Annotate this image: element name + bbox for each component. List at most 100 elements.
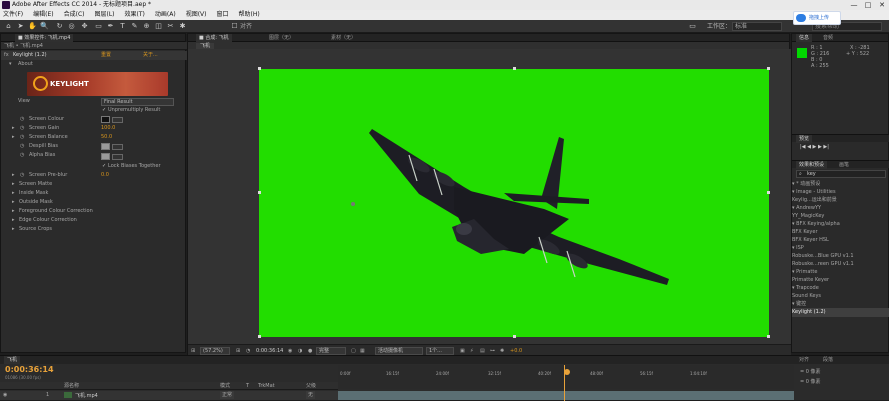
shape-tool-icon[interactable]: ▭ bbox=[94, 22, 103, 31]
comp-timecode[interactable]: 0:00:36:14 bbox=[256, 347, 283, 355]
bound-handle[interactable] bbox=[258, 67, 261, 70]
snapshot-icon[interactable]: ◉ bbox=[288, 348, 292, 354]
composition-viewer[interactable] bbox=[188, 49, 791, 344]
bound-handle[interactable] bbox=[258, 335, 261, 338]
bound-handle[interactable] bbox=[513, 67, 516, 70]
time-ruler[interactable]: 0:00f 16:15f 24:00f 32:15f 40:20f 48:00f… bbox=[338, 365, 794, 389]
menu-effect[interactable]: 效果(T) bbox=[125, 10, 145, 20]
exposure-value[interactable]: +0.0 bbox=[510, 347, 522, 355]
camera-dropdown[interactable]: 活动摄像机 bbox=[375, 347, 423, 355]
eye-icon[interactable]: ◉ bbox=[3, 392, 7, 398]
mask-icon[interactable]: ◔ bbox=[246, 348, 250, 354]
screen-gain-value[interactable]: 100.0 bbox=[101, 124, 115, 133]
hand-tool-icon[interactable]: ✋ bbox=[28, 22, 37, 31]
menu-layer[interactable]: 图层(L) bbox=[95, 10, 115, 20]
stopwatch-icon[interactable]: ◷ bbox=[20, 124, 24, 133]
views-dropdown[interactable]: 1个... bbox=[426, 347, 454, 355]
layer-name[interactable]: 飞机.mp4 bbox=[75, 392, 98, 399]
selection-tool-icon[interactable]: ➤ bbox=[16, 22, 25, 31]
stopwatch-icon[interactable]: ◷ bbox=[20, 142, 24, 151]
eyedropper-icon[interactable] bbox=[112, 154, 123, 160]
screen-colour-swatch[interactable] bbox=[101, 116, 110, 123]
eyedropper-icon[interactable] bbox=[112, 117, 123, 123]
puppet-tool-icon[interactable]: ✱ bbox=[178, 22, 187, 31]
minimize-button[interactable]: — bbox=[847, 0, 861, 10]
bound-handle[interactable] bbox=[767, 67, 770, 70]
eraser-tool-icon[interactable]: ◫ bbox=[154, 22, 163, 31]
view-dropdown[interactable]: Final Result bbox=[101, 98, 174, 106]
menu-composition[interactable]: 合成(C) bbox=[64, 10, 85, 20]
exposure-icon[interactable]: ✺ bbox=[500, 348, 504, 354]
clone-tool-icon[interactable]: ⊕ bbox=[142, 22, 151, 31]
about-link[interactable]: 关于... bbox=[143, 51, 158, 60]
stopwatch-icon[interactable]: ◷ bbox=[20, 151, 24, 160]
timeline-timecode[interactable]: 0:00:36:14 bbox=[5, 365, 54, 374]
toggle-pixel-icon[interactable]: ▣ bbox=[460, 348, 465, 354]
home-icon[interactable]: ⌂ bbox=[4, 22, 13, 31]
pen-tool-icon[interactable]: ✒ bbox=[106, 22, 115, 31]
tab-effects-presets[interactable]: 效果和预设 bbox=[796, 161, 828, 169]
tab-audio[interactable]: 音频 bbox=[820, 34, 836, 42]
stopwatch-icon[interactable]: ◷ bbox=[20, 171, 24, 180]
menu-file[interactable]: 文件(F) bbox=[3, 10, 23, 20]
unpremultiply-checkbox[interactable]: ✓ bbox=[102, 106, 106, 115]
fx-icon[interactable]: fx bbox=[4, 51, 9, 60]
menu-help[interactable]: 帮助(H) bbox=[239, 10, 260, 20]
tab-preview[interactable]: 预览 bbox=[796, 135, 813, 143]
snap-checkbox[interactable]: ☐ bbox=[230, 22, 239, 31]
rotate-tool-icon[interactable]: ↻ bbox=[55, 22, 64, 31]
effects-search-input[interactable]: ⌕ key bbox=[796, 170, 886, 178]
brush-tool-icon[interactable]: ✎ bbox=[130, 22, 139, 31]
workspace-icon[interactable]: ▭ bbox=[688, 22, 697, 31]
zoom-tool-icon[interactable]: 🔍 bbox=[40, 22, 49, 31]
alpha-bias-swatch[interactable] bbox=[101, 153, 110, 160]
resolution-dropdown[interactable]: 完整 bbox=[316, 347, 346, 355]
bound-handle[interactable] bbox=[513, 335, 516, 338]
menu-view[interactable]: 视图(V) bbox=[186, 10, 207, 20]
eyedropper-icon[interactable] bbox=[112, 144, 123, 150]
grid-icon[interactable]: ⊞ bbox=[236, 348, 240, 354]
menu-edit[interactable]: 编辑(E) bbox=[33, 10, 53, 20]
layer-mode-dropdown[interactable]: 正常 bbox=[220, 391, 235, 399]
chevron-right-icon[interactable]: ▸ bbox=[12, 133, 15, 142]
bound-handle[interactable] bbox=[767, 335, 770, 338]
despill-bias-swatch[interactable] bbox=[101, 143, 110, 150]
reset-link[interactable]: 重置 bbox=[101, 51, 111, 60]
bound-handle[interactable] bbox=[258, 191, 261, 194]
effect-header-row[interactable]: fx Keylight (1.2) 重置 关于... bbox=[1, 51, 187, 60]
stopwatch-icon[interactable]: ◷ bbox=[20, 133, 24, 142]
roto-tool-icon[interactable]: ✂ bbox=[166, 22, 175, 31]
list-item-selected[interactable]: Keylight (1.2) bbox=[792, 308, 889, 317]
tab-footage[interactable]: 素材（无） bbox=[328, 34, 359, 42]
close-button[interactable]: ✕ bbox=[875, 0, 889, 10]
menu-window[interactable]: 窗口 bbox=[216, 10, 228, 20]
tab-brushes[interactable]: 画笔 bbox=[836, 161, 852, 169]
fast-preview-icon[interactable]: ⚡ bbox=[470, 348, 474, 354]
text-tool-icon[interactable]: T bbox=[118, 22, 127, 31]
stopwatch-icon[interactable]: ◷ bbox=[20, 115, 24, 124]
pan-behind-tool-icon[interactable]: ✥ bbox=[80, 22, 89, 31]
menu-animation[interactable]: 动画(A) bbox=[155, 10, 176, 20]
timeline-link-icon[interactable]: ▤ bbox=[480, 348, 485, 354]
tab-effect-controls[interactable]: ■ 效果控件: 飞机.mp4 bbox=[15, 34, 74, 42]
tab-info[interactable]: 信息 bbox=[796, 34, 813, 42]
screen-preblur-value[interactable]: 0.0 bbox=[101, 171, 109, 180]
flowchart-icon[interactable]: ⊶ bbox=[490, 348, 495, 354]
layer-duration-bar[interactable] bbox=[338, 391, 794, 400]
camera-tool-icon[interactable]: ◎ bbox=[67, 22, 76, 31]
magnify-icon[interactable]: ⊞ bbox=[191, 348, 195, 354]
screen-balance-value[interactable]: 50.0 bbox=[101, 133, 112, 142]
chevron-down-icon[interactable]: ▾ bbox=[9, 60, 12, 69]
tab-layer[interactable]: 图层（无） bbox=[266, 34, 297, 42]
tab-timeline-comp[interactable]: 飞机 bbox=[4, 356, 21, 364]
tab-paragraph[interactable]: 段落 bbox=[820, 356, 836, 364]
chevron-right-icon[interactable]: ▸ bbox=[12, 124, 15, 133]
chevron-right-icon[interactable]: ▸ bbox=[12, 171, 15, 180]
maximize-button[interactable]: □ bbox=[861, 0, 875, 10]
table-row[interactable]: ◉ 1 飞机.mp4 正常 无 bbox=[0, 391, 338, 400]
play-controls[interactable]: |◀ ◀ ▶ ▶ ▶| bbox=[800, 144, 829, 150]
workspace-select[interactable]: 标准 bbox=[732, 22, 782, 31]
lock-biases-checkbox[interactable]: ✓ bbox=[102, 162, 106, 171]
channel-icon[interactable]: ● bbox=[308, 348, 312, 354]
transparency-grid-icon[interactable]: ▦ bbox=[360, 348, 365, 354]
